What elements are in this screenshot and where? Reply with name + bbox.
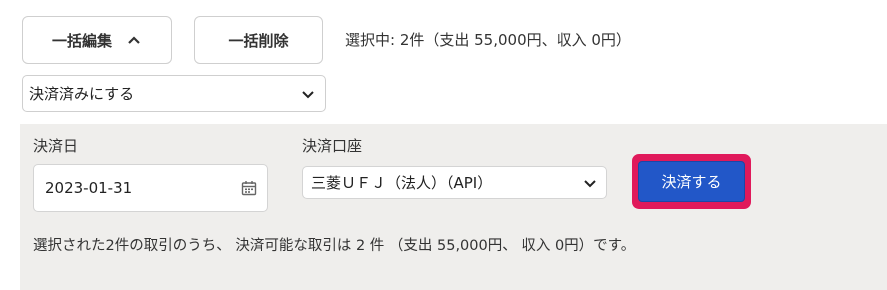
settlement-date-label: 決済日 — [33, 137, 79, 155]
settlement-account-select[interactable]: 三菱ＵＦＪ（法人）（API） — [302, 166, 607, 199]
bulk-action-selected: 決済済みにする — [29, 85, 135, 103]
settle-button-label: 決済する — [661, 173, 722, 191]
chevron-down-icon — [584, 180, 596, 188]
chevron-up-icon — [128, 36, 140, 44]
bulk-edit-label: 一括編集 — [51, 31, 112, 50]
settlement-account-label: 決済口座 — [302, 137, 363, 155]
selection-info: 選択中: 2件（支出 55,000円、収入 0円） — [345, 31, 631, 49]
settle-button[interactable]: 決済する — [638, 161, 745, 202]
bulk-edit-button[interactable]: 一括編集 — [22, 16, 172, 64]
bulk-action-select[interactable]: 決済済みにする — [22, 75, 326, 112]
settlement-date-value: 2023-01-31 — [45, 179, 133, 197]
settlement-summary: 選択された2件の取引のうち、 決済可能な取引は 2 件 （支出 55,000円、… — [33, 238, 636, 254]
calendar-icon[interactable] — [241, 180, 257, 196]
bulk-delete-button[interactable]: 一括削除 — [194, 16, 323, 64]
bulk-delete-label: 一括削除 — [228, 31, 289, 50]
settlement-date-input[interactable]: 2023-01-31 — [33, 164, 268, 212]
chevron-down-icon — [302, 91, 314, 99]
settlement-account-value: 三菱ＵＦＪ（法人）（API） — [311, 174, 493, 192]
